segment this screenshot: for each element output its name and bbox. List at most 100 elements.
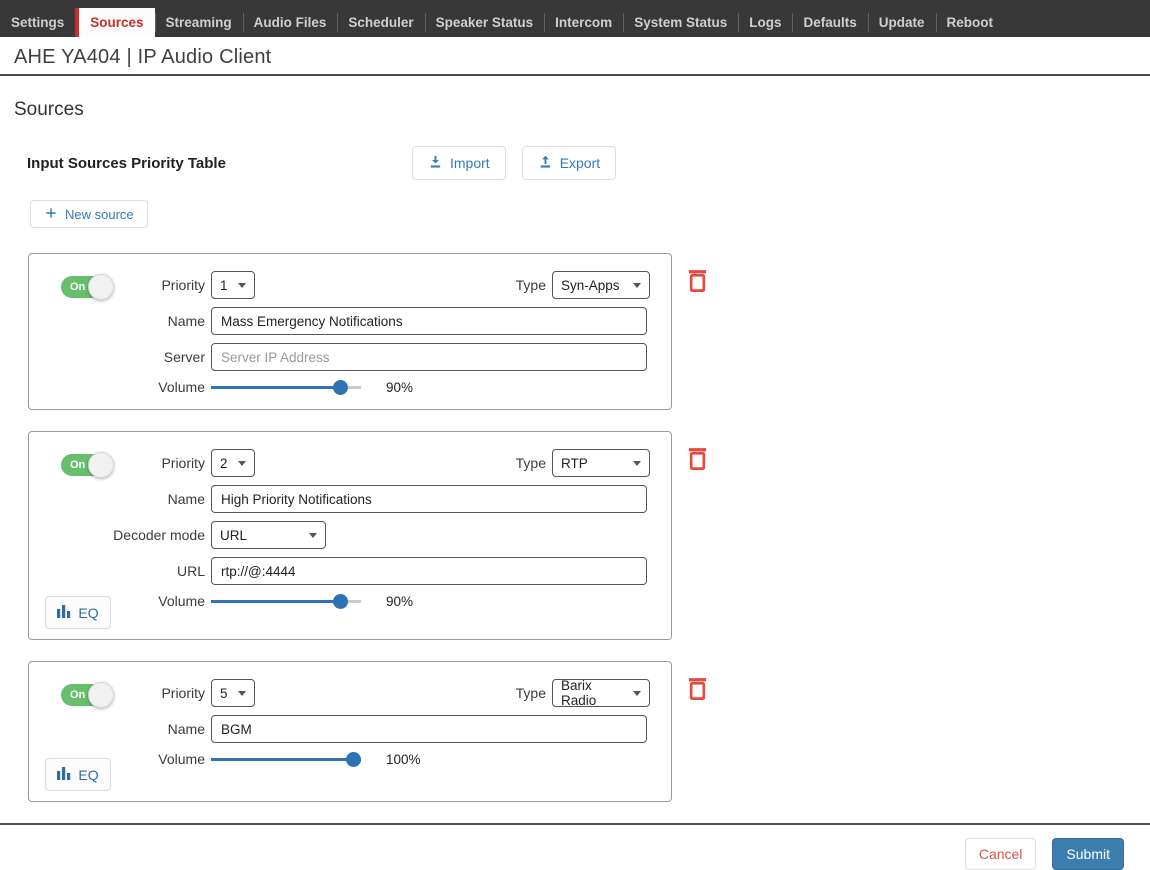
tab-label: Speaker Status: [436, 15, 534, 30]
tab-label: System Status: [634, 15, 727, 30]
tab-reboot[interactable]: Reboot: [936, 8, 1005, 37]
eq-button[interactable]: EQ: [45, 596, 111, 629]
equalizer-bars-icon: [57, 604, 72, 622]
volume-slider[interactable]: [211, 752, 361, 767]
new-source-button[interactable]: New source: [30, 200, 148, 228]
type-value: Barix Radio: [561, 678, 627, 708]
import-button[interactable]: Import: [412, 146, 506, 180]
source-card-2: On Priority 2 Type RTP Name: [28, 431, 672, 640]
tab-system-status[interactable]: System Status: [623, 8, 738, 37]
chevron-down-icon: [238, 283, 246, 288]
tab-update[interactable]: Update: [868, 8, 936, 37]
export-label: Export: [560, 155, 600, 171]
top-nav: Settings Sources Streaming Audio Files S…: [0, 0, 1150, 37]
name-label: Name: [29, 313, 211, 329]
tab-label: Settings: [11, 15, 64, 30]
tab-sources[interactable]: Sources: [75, 8, 154, 37]
tab-label: Intercom: [555, 15, 612, 30]
slider-knob[interactable]: [333, 594, 348, 609]
source-card-3: On Priority 5 Type Barix Radio Na: [28, 661, 672, 802]
priority-value: 5: [220, 686, 228, 701]
cancel-button[interactable]: Cancel: [965, 838, 1037, 870]
tab-audio-files[interactable]: Audio Files: [243, 8, 338, 37]
tab-label: Streaming: [166, 15, 232, 30]
tab-scheduler[interactable]: Scheduler: [337, 8, 424, 37]
priority-value: 1: [220, 278, 228, 293]
tab-label: Scheduler: [348, 15, 413, 30]
slider-fill: [211, 386, 346, 389]
footer-actions: Cancel Submit: [0, 823, 1150, 870]
upload-icon: [538, 154, 553, 172]
delete-source-button[interactable]: [684, 445, 710, 473]
type-select[interactable]: Syn-Apps: [552, 271, 650, 299]
import-label: Import: [450, 155, 490, 171]
tab-label: Audio Files: [254, 15, 327, 30]
chevron-down-icon: [238, 461, 246, 466]
type-label: Type: [516, 277, 552, 293]
decoder-mode-label: Decoder mode: [29, 527, 211, 543]
priority-select[interactable]: 2: [211, 449, 255, 477]
tab-streaming[interactable]: Streaming: [155, 8, 243, 37]
chevron-down-icon: [633, 691, 641, 696]
device-titlebar: AHE YA404 | IP Audio Client: [0, 37, 1150, 76]
trash-icon: [686, 459, 709, 474]
volume-percent: 100%: [386, 752, 421, 767]
sources-list: On Priority 1 Type Syn-Apps Name: [28, 253, 672, 802]
tab-label: Reboot: [947, 15, 994, 30]
name-label: Name: [29, 721, 211, 737]
source-card-body: On Priority 2 Type RTP Name: [28, 431, 672, 640]
tab-label: Sources: [90, 15, 143, 30]
type-select[interactable]: RTP: [552, 449, 650, 477]
new-source-label: New source: [65, 207, 134, 222]
volume-slider[interactable]: [211, 380, 361, 395]
tab-label: Logs: [749, 15, 781, 30]
url-input[interactable]: [211, 557, 647, 585]
name-input[interactable]: [211, 715, 647, 743]
server-input[interactable]: [211, 343, 647, 371]
volume-label: Volume: [29, 379, 211, 395]
export-button[interactable]: Export: [522, 146, 616, 180]
chevron-down-icon: [309, 533, 317, 538]
tab-logs[interactable]: Logs: [738, 8, 792, 37]
type-value: RTP: [561, 456, 588, 471]
toggle-knob: [88, 274, 114, 300]
enable-toggle[interactable]: On: [61, 684, 107, 706]
slider-fill: [211, 600, 346, 603]
decoder-mode-select[interactable]: URL: [211, 521, 326, 549]
chevron-down-icon: [633, 283, 641, 288]
toggle-knob: [88, 452, 114, 478]
priority-select[interactable]: 1: [211, 271, 255, 299]
delete-source-button[interactable]: [684, 675, 710, 703]
page-title: Sources: [14, 99, 1150, 121]
tab-settings[interactable]: Settings: [0, 8, 75, 37]
delete-source-button[interactable]: [684, 267, 710, 295]
slider-knob[interactable]: [346, 752, 361, 767]
server-label: Server: [29, 349, 211, 365]
source-card-body: On Priority 1 Type Syn-Apps Name: [28, 253, 672, 410]
eq-button[interactable]: EQ: [45, 758, 111, 791]
type-value: Syn-Apps: [561, 278, 620, 293]
source-card-body: On Priority 5 Type Barix Radio Na: [28, 661, 672, 802]
enable-toggle[interactable]: On: [61, 276, 107, 298]
priority-select[interactable]: 5: [211, 679, 255, 707]
decoder-mode-value: URL: [220, 528, 247, 543]
url-label: URL: [29, 563, 211, 579]
name-input[interactable]: [211, 307, 647, 335]
slider-knob[interactable]: [333, 380, 348, 395]
eq-label: EQ: [78, 605, 98, 621]
table-title: Input Sources Priority Table: [27, 155, 412, 172]
tab-label: Update: [879, 15, 925, 30]
name-input[interactable]: [211, 485, 647, 513]
slider-fill: [211, 758, 361, 761]
volume-slider[interactable]: [211, 594, 361, 609]
type-select[interactable]: Barix Radio: [552, 679, 650, 707]
table-toolbar: Input Sources Priority Table Import Expo…: [27, 146, 1150, 180]
submit-button[interactable]: Submit: [1052, 838, 1124, 870]
chevron-down-icon: [633, 461, 641, 466]
plus-icon: [44, 206, 58, 223]
enable-toggle[interactable]: On: [61, 454, 107, 476]
tab-speaker-status[interactable]: Speaker Status: [425, 8, 545, 37]
tab-intercom[interactable]: Intercom: [544, 8, 623, 37]
chevron-down-icon: [238, 691, 246, 696]
tab-defaults[interactable]: Defaults: [792, 8, 867, 37]
